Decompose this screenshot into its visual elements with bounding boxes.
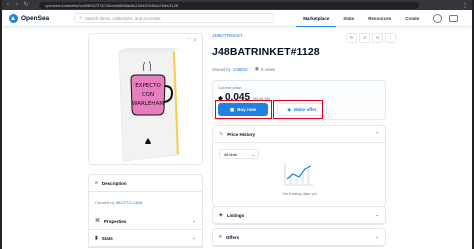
no-data-text: No trading data yet [283,191,317,196]
highlight-box-buy [215,100,272,119]
main-nav: Marketplace Stats Resources Create [296,10,459,27]
refresh-icon[interactable]: ↻ [346,33,357,43]
browser-toolbar: ‹ › ↻ opensea.io/assets/0x495f947276749c… [0,0,474,10]
chevron-down-icon: ⌄ [375,212,379,217]
description-body: Created by 0BOTTO-1488 [89,192,202,213]
empty-chart-icon [284,163,313,186]
media-toolbar: ♡ 0 [89,34,202,45]
time-filter-select[interactable]: All time ⌄ [219,149,259,159]
tag-icon: ⌘ [95,218,100,224]
stats-title: Stats [101,235,113,241]
description-panel: ≡ Description Created by 0BOTTO-1488 [88,174,203,214]
properties-header[interactable]: ⌘ Properties ⌄ [89,213,202,230]
stats-panel: ▮ Stats ⌄ [88,230,203,248]
arrow-left-icon[interactable]: ‹ [5,2,11,8]
arrow-right-icon[interactable]: › [14,2,20,8]
item-actions: ↻ ⇗ ⋖ ⋮ [346,33,396,43]
art-text-line-1: EXPECTO [135,83,161,89]
price-history-panel: ∿ Price History ⌃ All time ⌄ No trading … [212,125,386,207]
description-header[interactable]: ≡ Description [89,175,202,192]
site-header: OpenSea ⌕ Marketplace Stats Resources Cr… [2,10,472,27]
logo[interactable]: OpenSea [9,13,50,23]
owner-link[interactable]: 1A8E62 [233,67,248,72]
chevron-up-icon: ⌃ [375,131,379,136]
price-history-title: Price History [227,131,255,137]
offers-header[interactable]: ≡ Offers ⌄ [213,229,385,246]
account-icon[interactable] [433,13,443,23]
external-link-icon[interactable]: ⇗ [359,33,370,43]
logo-text: OpenSea [21,14,50,22]
wallet-icon[interactable] [449,14,459,22]
chevron-down-icon: ⌄ [375,234,379,239]
created-by-label: Created by [95,200,115,205]
nft-media-card: ♡ 0 EXPECTO CON WARLEHAM [88,33,203,165]
nav-stats[interactable]: Stats [336,10,361,27]
art-text-line-2: CON [142,92,154,98]
nav-marketplace[interactable]: Marketplace [296,10,337,27]
eye-icon: ◉ [254,66,260,72]
price-history-header[interactable]: ∿ Price History ⌃ [213,126,385,143]
stats-header[interactable]: ▮ Stats ⌄ [89,230,202,247]
creator-link[interactable]: 0BOTTO-1488 [116,200,142,205]
listings-title: Listings [226,212,245,218]
properties-title: Properties [104,218,127,224]
share-icon[interactable]: ⋖ [372,33,383,43]
chevron-down-icon: ⌄ [251,151,255,157]
opensea-logo-icon [9,13,18,23]
chevron-down-icon: ⌄ [192,218,196,223]
tag-icon: ◈ [219,212,223,218]
list-icon: ≡ [219,234,222,240]
heart-icon[interactable]: ♡ [187,37,191,43]
current-price-label: Current price [218,85,242,90]
address-bar[interactable]: opensea.io/assets/0x495f947276749ce646f6… [39,1,419,9]
listings-header[interactable]: ◈ Listings ⌄ [213,207,385,224]
price-history-body: All time ⌄ No trading data yet [213,143,385,206]
search-box[interactable]: ⌕ [74,13,275,23]
listings-panel: ◈ Listings ⌄ [212,206,386,225]
list-icon: ≡ [95,180,98,186]
art-text-line-3: WARLEHAM [132,101,164,107]
nav-create[interactable]: Create [398,10,426,27]
properties-panel: ⌘ Properties ⌄ [88,213,203,231]
offers-panel: ≡ Offers ⌄ [212,228,386,247]
search-input[interactable] [85,15,265,21]
more-icon[interactable]: ⋮ [385,33,396,43]
time-filter-value: All time [224,151,238,157]
browser-nav-buttons: ‹ › ↻ [5,2,29,8]
owner-line: Owned by 1A8E62 ◉ 6 views [212,66,275,72]
nft-image[interactable]: EXPECTO CON WARLEHAM [89,45,202,165]
reload-icon[interactable]: ↻ [23,2,29,8]
window-frame-left [0,0,2,249]
bar-chart-icon: ▮ [95,235,98,241]
browser-menu-icon[interactable]: ⋮ [462,2,468,9]
trend-icon: ∿ [219,131,224,137]
favorite-count: 0 [193,37,196,42]
highlight-box-offer [273,100,323,119]
chevron-down-icon: ⌄ [192,235,196,240]
offers-title: Offers [225,234,240,240]
nav-resources[interactable]: Resources [361,10,398,27]
owned-by-label: Owned by [212,66,231,72]
collection-link[interactable]: J48BATRINKET [212,33,243,38]
nft-title: J48BATRINKET#1128 [212,46,320,58]
search-icon: ⌕ [79,15,82,21]
description-title: Description [101,180,127,186]
view-count: 6 views [261,66,276,72]
